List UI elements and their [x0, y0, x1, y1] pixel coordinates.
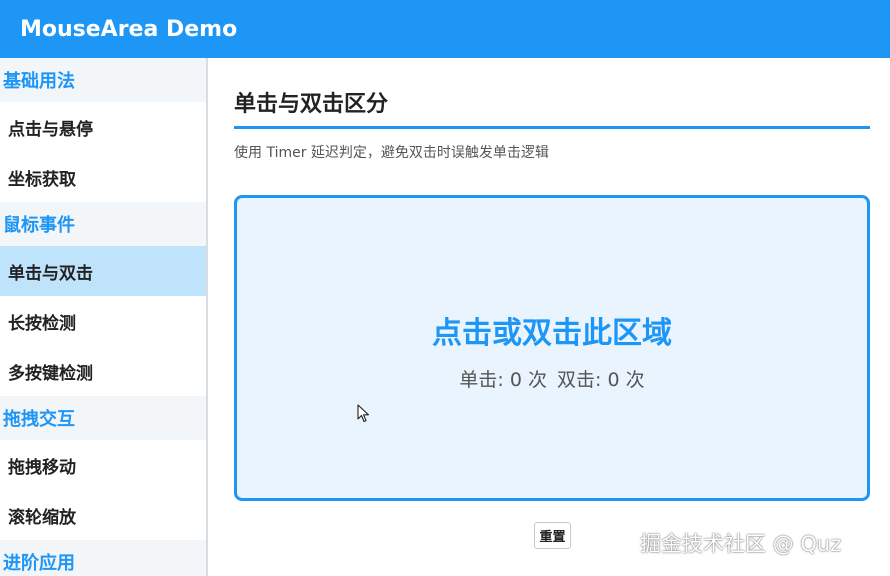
- sidebar-item-drag-move[interactable]: 拖拽移动: [0, 440, 206, 490]
- page-subtitle: 使用 Timer 延迟判定，避免双击时误触发单击逻辑: [234, 145, 549, 161]
- sidebar-item-single-double-click[interactable]: 单击与双击: [0, 246, 206, 296]
- app-title: MouseArea Demo: [20, 16, 238, 42]
- sidebar-item-long-press[interactable]: 长按检测: [0, 296, 206, 346]
- click-counts: 单击: 0 次 双击: 0 次: [237, 365, 867, 392]
- sidebar-section-advanced: 进阶应用: [0, 540, 206, 576]
- title-divider: [234, 126, 870, 129]
- main-content: 单击与双击区分 使用 Timer 延迟判定，避免双击时误触发单击逻辑 点击或双击…: [209, 58, 890, 576]
- reset-button[interactable]: 重置: [534, 522, 571, 549]
- click-area-headline: 点击或双击此区域: [432, 316, 672, 351]
- watermark: 掘金技术社区 @ Quz: [640, 532, 842, 556]
- click-area[interactable]: 点击或双击此区域 单击: 0 次 双击: 0 次: [234, 195, 870, 501]
- page-title: 单击与双击区分: [234, 92, 389, 117]
- sidebar-item-click-hover[interactable]: 点击与悬停: [0, 102, 206, 152]
- app-header: MouseArea Demo: [0, 0, 890, 58]
- sidebar-item-multi-button[interactable]: 多按键检测: [0, 346, 206, 396]
- sidebar: 基础用法 点击与悬停 坐标获取 鼠标事件 单击与双击 长按检测 多按键检测 拖拽…: [0, 58, 208, 576]
- sidebar-section-drag: 拖拽交互: [0, 396, 206, 440]
- sidebar-item-wheel-zoom[interactable]: 滚轮缩放: [0, 490, 206, 540]
- arrow-cursor-icon: [357, 404, 370, 423]
- single-click-count: 单击: 0 次: [459, 369, 547, 391]
- sidebar-item-coordinates[interactable]: 坐标获取: [0, 152, 206, 202]
- sidebar-section-basic: 基础用法: [0, 58, 206, 102]
- double-click-count: 双击: 0 次: [557, 369, 645, 391]
- sidebar-section-mouse-events: 鼠标事件: [0, 202, 206, 246]
